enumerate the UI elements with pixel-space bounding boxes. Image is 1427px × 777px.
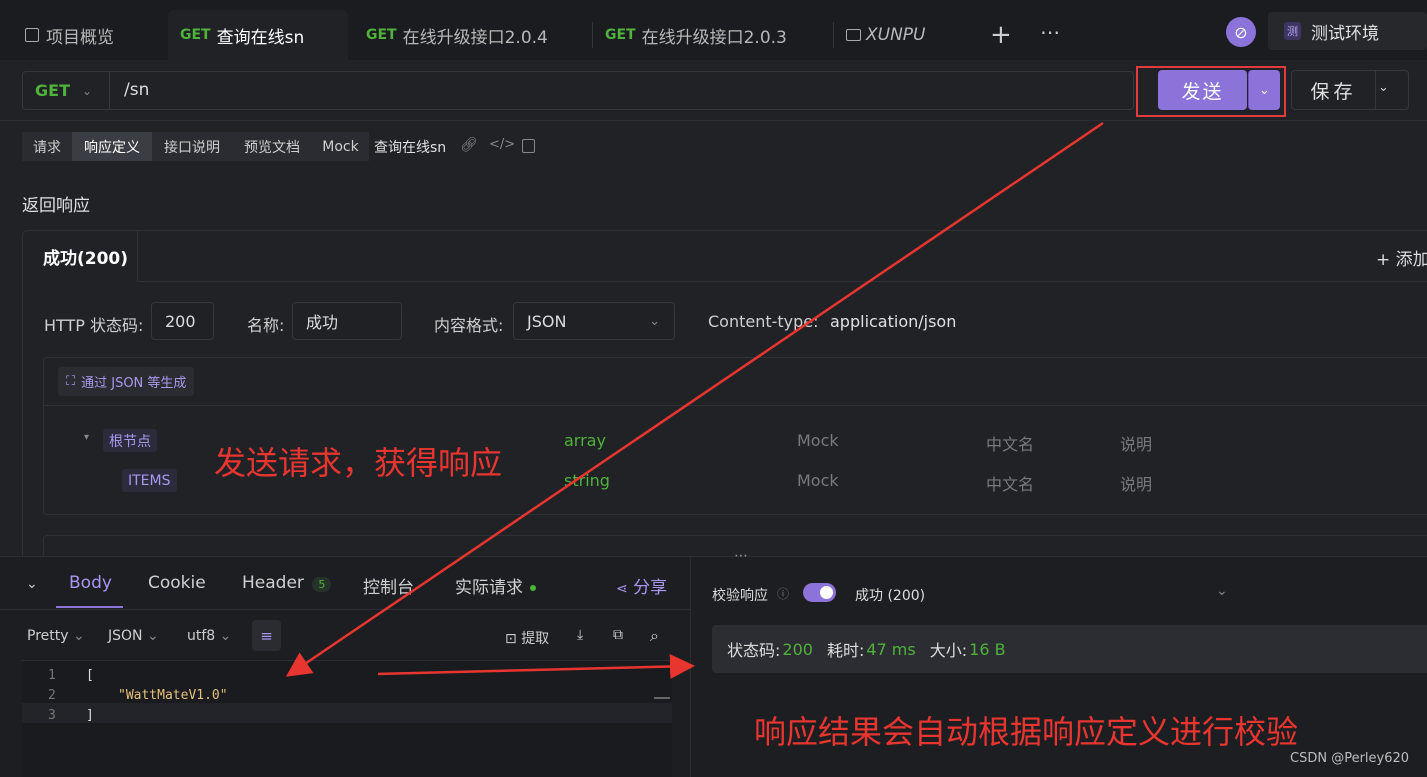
annotation-arrows [285,121,1104,680]
watermark: CSDN @Perley620 [1290,751,1410,766]
arrow-to-validation [377,654,695,680]
arrow-to-body [285,121,1104,677]
